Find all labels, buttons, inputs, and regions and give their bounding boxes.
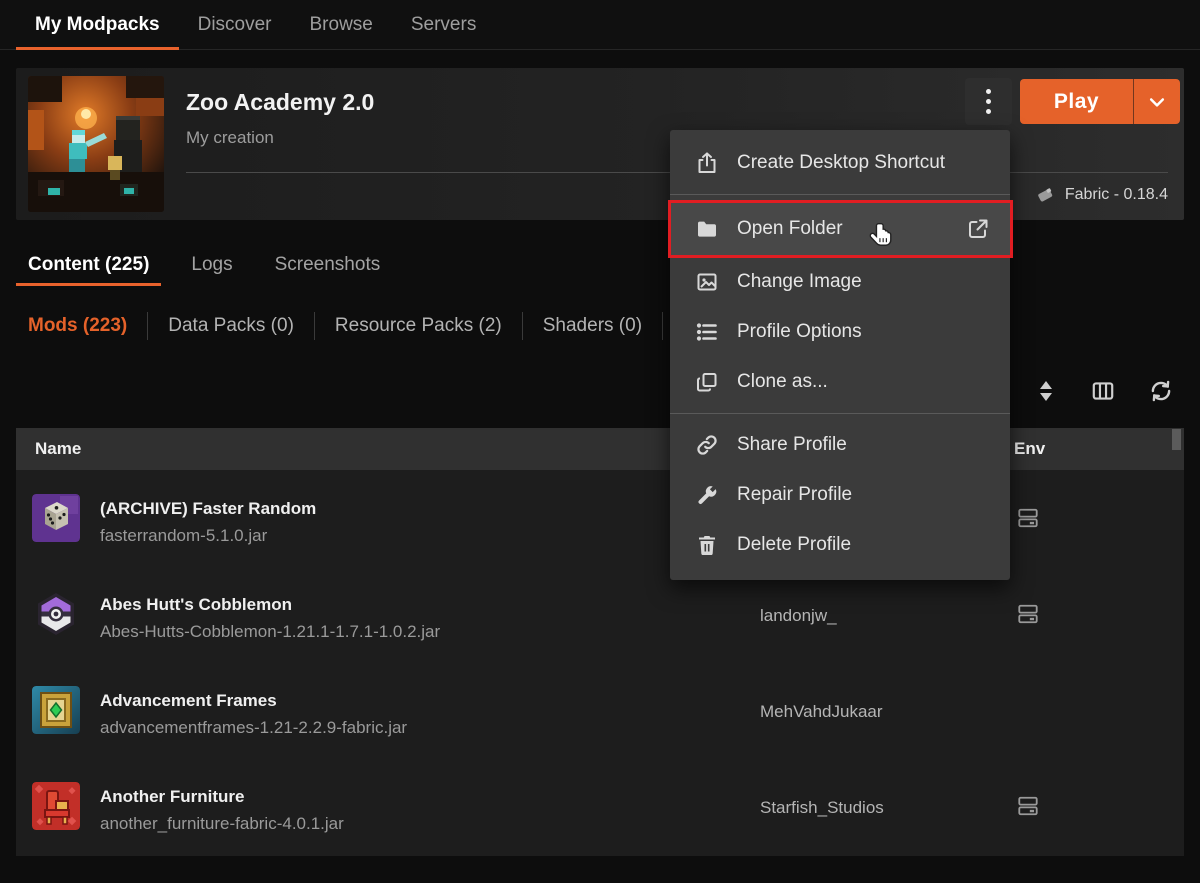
mod-name: Another Furniture [100,787,245,807]
modpack-cover-image [28,76,164,212]
tab-screenshots[interactable]: Screenshots [263,243,393,286]
menu-item-share-profile[interactable]: Share Profile [670,420,1010,470]
loader-item: Fabric - 0.18.4 [1034,184,1168,206]
subtab-data-packs[interactable]: Data Packs (0) [156,315,306,337]
profile-context-menu: Create Desktop Shortcut Open Folder Chan… [670,130,1010,580]
subtab-divider [147,312,148,340]
image-icon [695,270,719,294]
nav-item-browse[interactable]: Browse [291,0,392,49]
menu-item-create-desktop-shortcut[interactable]: Create Desktop Shortcut [670,138,1010,188]
table-row[interactable]: Advancement Frames advancementframes-1.2… [16,662,1184,758]
modpack-subtitle: My creation [186,128,274,148]
mod-author: landonjw_ [760,606,837,626]
menu-item-change-image[interactable]: Change Image [670,257,1010,307]
menu-item-open-folder[interactable]: Open Folder [670,201,1010,257]
mod-icon-advancement-frames [32,686,80,734]
mod-filename: another_furniture-fabric-4.0.1.jar [100,814,344,834]
menu-separator [670,194,1010,195]
table-row[interactable]: Another Furniture another_furniture-fabr… [16,758,1184,854]
menu-item-profile-options[interactable]: Profile Options [670,307,1010,357]
mod-icon-another-furniture [32,782,80,830]
nav-item-servers[interactable]: Servers [392,0,495,49]
menu-item-clone-as[interactable]: Clone as... [670,357,1010,407]
mod-name: Advancement Frames [100,691,277,711]
mod-name: Abes Hutt's Cobblemon [100,595,292,615]
nav-item-my-modpacks[interactable]: My Modpacks [16,0,179,49]
server-icon [1017,603,1039,625]
content-filter-tabs: Mods (223) Data Packs (0) Resource Packs… [16,308,671,344]
server-icon [1017,507,1039,529]
tab-content[interactable]: Content (225) [16,243,161,286]
menu-separator [670,413,1010,414]
sort-icon[interactable] [1034,378,1058,404]
subtab-resource-packs[interactable]: Resource Packs (2) [323,315,514,337]
subtab-divider [662,312,663,340]
wrench-icon [695,483,719,507]
more-options-button[interactable] [965,78,1012,125]
clone-icon [695,370,719,394]
table-toolbar [1034,378,1174,404]
subtab-divider [314,312,315,340]
mod-filename: Abes-Hutts-Cobblemon-1.21.1-1.7.1-1.0.2.… [100,622,440,642]
table-row[interactable]: Abes Hutt's Cobblemon Abes-Hutts-Cobblem… [16,566,1184,662]
menu-item-repair-profile[interactable]: Repair Profile [670,470,1010,520]
mod-filename: fasterrandom-5.1.0.jar [100,526,267,546]
mod-icon-faster-random [32,494,80,542]
play-button[interactable]: Play [1020,79,1134,124]
subtab-mods[interactable]: Mods (223) [16,315,139,337]
mod-filename: advancementframes-1.21-2.2.9-fabric.jar [100,718,407,738]
trash-icon [695,533,719,557]
modpack-title: Zoo Academy 2.0 [186,89,374,116]
nav-item-discover[interactable]: Discover [179,0,291,49]
mod-author: Starfish_Studios [760,798,884,818]
share-icon [695,151,719,175]
column-header-env[interactable]: Env [1014,439,1045,459]
external-link-icon [966,217,990,241]
columns-icon[interactable] [1090,378,1116,404]
chevron-down-icon [1147,92,1167,112]
server-icon [1017,795,1039,817]
subtab-shaders[interactable]: Shaders (0) [531,315,654,337]
tab-logs[interactable]: Logs [179,243,244,286]
mod-name: (ARCHIVE) Faster Random [100,499,316,519]
mod-author: MehVahdJukaar [760,702,883,722]
column-header-name[interactable]: Name [16,439,81,459]
horizontal-scrollbar-thumb[interactable] [1172,429,1181,450]
fabric-loader-icon [1034,184,1056,206]
play-split-button: Play [1020,79,1180,124]
refresh-icon[interactable] [1148,378,1174,404]
mod-icon-cobblemon [32,590,80,638]
loader-label: Fabric - 0.18.4 [1065,186,1168,204]
list-icon [695,320,719,344]
folder-icon [695,217,719,241]
content-tabs: Content (225) Logs Screenshots [16,243,410,286]
subtab-divider [522,312,523,340]
link-icon [695,433,719,457]
top-navigation: My Modpacks Discover Browse Servers [0,0,1200,50]
menu-item-delete-profile[interactable]: Delete Profile [670,520,1010,570]
play-options-button[interactable] [1134,79,1180,124]
kebab-icon [986,89,991,114]
